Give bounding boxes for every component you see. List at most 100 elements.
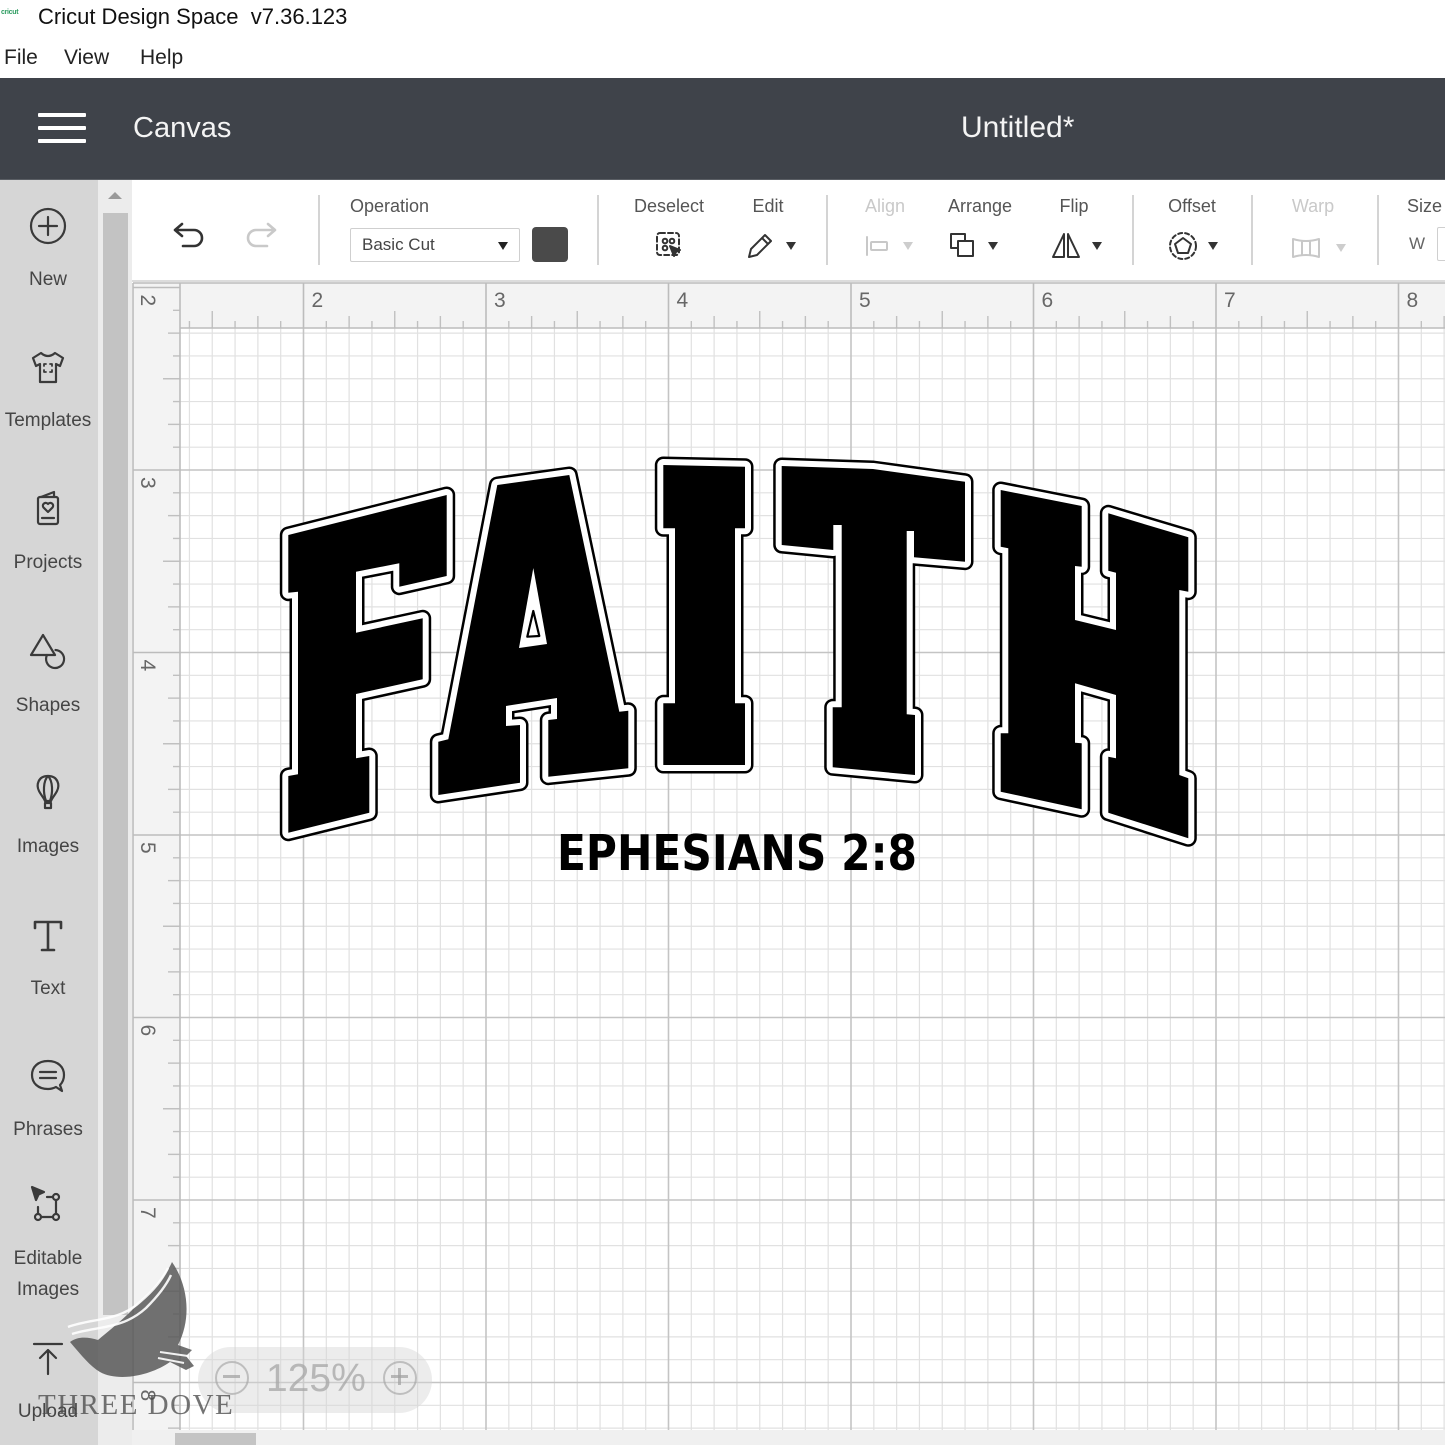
app-logo: cricut <box>1 9 19 16</box>
edit-label: Edit <box>752 196 784 216</box>
zoom-out-icon <box>223 1375 240 1378</box>
chevron-down-icon[interactable] <box>988 242 998 250</box>
toolbar-divider <box>318 195 320 265</box>
arrange-button[interactable] <box>947 230 979 262</box>
letter-i[interactable] <box>663 465 745 765</box>
sidebar-item-templates[interactable]: Templates <box>0 345 96 436</box>
align-button[interactable] <box>862 230 894 262</box>
sidebar-item-projects[interactable]: Projects <box>0 487 96 578</box>
sidebar-item-images[interactable]: Images <box>0 771 96 862</box>
chevron-down-icon[interactable] <box>1336 244 1346 252</box>
scrollbar-thumb[interactable] <box>103 213 128 1315</box>
undo-button[interactable] <box>167 215 207 255</box>
plus-circle-icon <box>29 207 67 245</box>
text-t-icon <box>33 920 63 952</box>
offset-label: Offset <box>1168 196 1216 216</box>
ruler-top-label: 3 <box>494 289 506 312</box>
chevron-down-icon[interactable] <box>1208 242 1218 250</box>
speech-bubble-icon <box>30 1059 66 1093</box>
ruler-top-label: 2 <box>312 289 324 312</box>
align-label: Align <box>864 196 906 216</box>
dove-icon <box>67 1262 194 1377</box>
scroll-up-arrow-icon[interactable] <box>108 192 122 199</box>
canvas-horizontal-scrollbar[interactable] <box>132 1430 1445 1445</box>
menu-bar: File View Help <box>0 38 1445 78</box>
ruler-top-label: 8 <box>1407 289 1419 312</box>
ruler-left-label: 3 <box>136 477 159 489</box>
chevron-down-icon <box>498 242 508 250</box>
ruler-left-label: 6 <box>136 1025 159 1037</box>
size-width-label: W <box>1409 234 1426 253</box>
sidebar-item-label: Shapes <box>15 695 81 716</box>
undo-icon <box>173 222 204 248</box>
chevron-down-icon[interactable] <box>903 242 913 250</box>
sidebar-item-label: Projects <box>13 552 83 573</box>
zoom-level: 125% <box>266 1357 366 1400</box>
shapes-icon <box>29 633 66 670</box>
arrange-label: Arrange <box>947 196 1013 216</box>
balloon-icon <box>36 774 60 810</box>
sidebar-item-phrases[interactable]: Phrases <box>0 1054 96 1145</box>
hamburger-icon[interactable] <box>36 111 88 145</box>
warp-label: Warp <box>1291 196 1335 216</box>
ruler-top <box>180 283 1445 328</box>
ruler-top-label: 6 <box>1042 289 1054 312</box>
deselect-label: Deselect <box>633 196 705 216</box>
deselect-icon <box>656 232 681 257</box>
operation-value: Basic Cut <box>362 235 435 254</box>
toolbar-divider <box>1377 195 1379 265</box>
section-title: Canvas <box>133 112 232 144</box>
pencil-icon <box>748 234 772 258</box>
align-icon <box>866 236 888 256</box>
sidebar-item-text[interactable]: Text <box>0 913 96 1004</box>
redo-button[interactable] <box>243 215 283 255</box>
operation-select[interactable]: Basic Cut <box>350 228 520 262</box>
watermark-text: THREE DOVE <box>38 1389 235 1421</box>
letter-i-fill <box>663 465 745 765</box>
toolbar-divider <box>1132 195 1134 265</box>
size-label: Size <box>1407 196 1443 216</box>
zoom-in-icon-vertical <box>398 1368 401 1385</box>
color-swatch[interactable] <box>532 227 568 262</box>
flip-button[interactable] <box>1050 230 1082 262</box>
sidebar-item-new[interactable]: New <box>0 204 96 295</box>
app-header: Canvas Untitled* <box>0 78 1445 180</box>
hamburger-line <box>38 139 86 143</box>
tshirt-icon <box>31 351 65 384</box>
sidebar-item-shapes[interactable]: Shapes <box>0 630 96 721</box>
menu-help[interactable]: Help <box>140 44 183 72</box>
sidebar-item-label: Templates <box>4 410 92 431</box>
ruler-top-label: 4 <box>677 289 689 312</box>
warp-icon <box>1292 238 1320 258</box>
offset-button[interactable] <box>1167 230 1199 262</box>
arrange-icon <box>950 233 974 257</box>
ruler-left-label: 5 <box>136 842 159 854</box>
offset-icon <box>1169 232 1197 260</box>
toolbar-divider <box>597 195 599 265</box>
menu-file[interactable]: File <box>4 44 38 72</box>
chevron-down-icon[interactable] <box>1092 242 1102 250</box>
ruler-left-label: 7 <box>136 1207 159 1219</box>
size-width-input[interactable] <box>1437 227 1445 261</box>
ruler-left-label: 2 <box>136 295 159 307</box>
flip-icon <box>1052 233 1080 258</box>
editable-image-icon <box>30 1185 61 1222</box>
hamburger-line <box>38 126 86 130</box>
deselect-button[interactable] <box>653 229 685 261</box>
edit-button[interactable] <box>744 229 776 261</box>
warp-button[interactable] <box>1290 232 1322 264</box>
ruler-top-label: 5 <box>859 289 871 312</box>
hamburger-line <box>38 113 86 117</box>
design-canvas[interactable]: 2345678 2345678 EPHESIANS 2:8 <box>132 282 1445 1430</box>
document-title[interactable]: Untitled* <box>961 110 1074 146</box>
sidebar-item-label: Images <box>16 836 80 857</box>
edit-toolbar: Operation Basic Cut Deselect Edit Align … <box>132 180 1445 282</box>
chevron-down-icon[interactable] <box>786 242 796 250</box>
ruler-left-label: 4 <box>136 660 159 672</box>
zoom-in-button[interactable] <box>383 1361 417 1395</box>
scrollbar-thumb[interactable] <box>175 1433 256 1445</box>
sidebar-item-label: Text <box>30 978 66 999</box>
flip-label: Flip <box>1059 196 1089 216</box>
design-subtitle[interactable]: EPHESIANS 2:8 <box>557 825 917 882</box>
menu-view[interactable]: View <box>64 44 109 72</box>
